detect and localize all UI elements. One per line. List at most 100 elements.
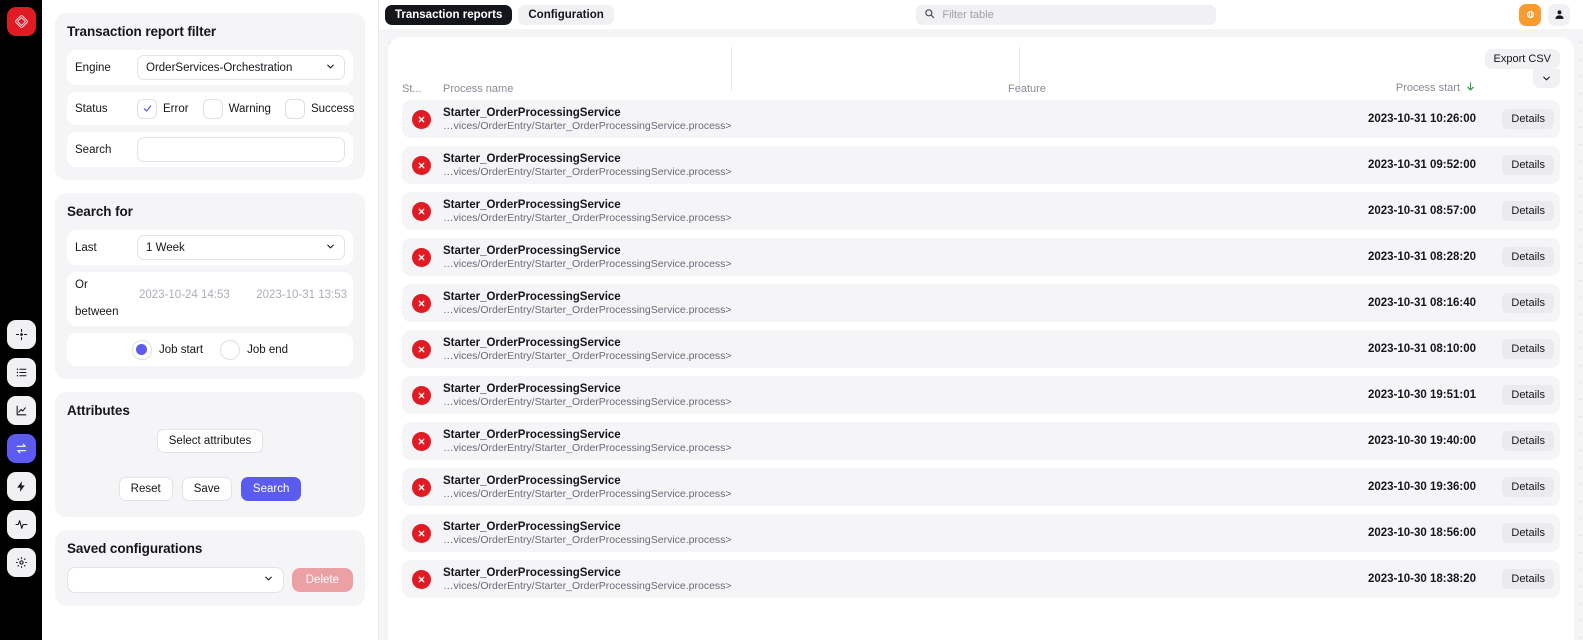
alerts-button[interactable] [1519, 3, 1541, 26]
rail-icon-group [6, 320, 36, 640]
tab-configuration[interactable]: Configuration [518, 4, 614, 25]
error-status-icon [412, 385, 431, 405]
row-process-name: Starter_OrderProcessingService …vices/Or… [443, 291, 1008, 316]
job-end-label: Job end [247, 343, 289, 356]
error-status-icon [412, 339, 431, 359]
sidebar-item-move[interactable] [6, 320, 36, 349]
saved-configurations-title: Saved configurations [67, 541, 203, 556]
details-button[interactable]: Details [1502, 155, 1554, 175]
table-header-row: St... Process name Feature Process start [402, 37, 1560, 100]
row-details-cell: Details [1476, 247, 1560, 267]
user-profile-button[interactable] [1548, 3, 1570, 26]
details-button[interactable]: Details [1502, 247, 1554, 267]
details-button[interactable]: Details [1502, 523, 1554, 543]
row-process-path: …vices/OrderEntry/Starter_OrderProcessin… [443, 211, 732, 224]
details-button[interactable]: Details [1502, 201, 1554, 221]
save-button[interactable]: Save [181, 477, 232, 501]
table-row[interactable]: Starter_OrderProcessingService …vices/Or… [402, 468, 1560, 506]
sidebar-item-list[interactable] [6, 358, 36, 387]
row-process-name-main: Starter_OrderProcessingService [443, 336, 621, 349]
row-process-path: …vices/OrderEntry/Starter_OrderProcessin… [443, 119, 732, 132]
row-details-cell: Details [1476, 523, 1560, 543]
row-details-cell: Details [1476, 431, 1560, 451]
table-row[interactable]: Starter_OrderProcessingService …vices/Or… [402, 238, 1560, 276]
table-row[interactable]: Starter_OrderProcessingService …vices/Or… [402, 284, 1560, 322]
user-icon [1554, 10, 1564, 19]
radio-job-start[interactable] [131, 339, 152, 360]
status-checkbox-error[interactable]: Error [137, 98, 203, 119]
row-details-cell: Details [1476, 339, 1560, 359]
lightning-icon [16, 481, 25, 492]
column-header-process-start[interactable]: Process start [1308, 81, 1476, 95]
date-to-input[interactable]: 2023-10-31 13:53 [256, 289, 347, 301]
search-input[interactable] [137, 137, 345, 162]
details-button[interactable]: Details [1502, 339, 1554, 359]
row-status [402, 477, 443, 497]
tab-transaction-reports[interactable]: Transaction reports [385, 4, 513, 25]
filter-table-input[interactable] [942, 8, 1209, 21]
topbar: Transaction reports Configuration [379, 0, 1583, 29]
row-process-path: …vices/OrderEntry/Starter_OrderProcessin… [443, 303, 732, 316]
details-button[interactable]: Details [1502, 109, 1554, 129]
app-logo[interactable] [6, 7, 36, 36]
status-checkbox-success[interactable]: Success [284, 98, 354, 119]
sidebar-item-monitoring[interactable] [6, 510, 36, 539]
between-label: between [75, 306, 119, 318]
table-row[interactable]: Starter_OrderProcessingService …vices/Or… [402, 514, 1560, 552]
filter-table-box[interactable] [916, 4, 1217, 25]
last-period-select[interactable]: 1 Week [137, 235, 345, 260]
select-attributes-button[interactable]: Select attributes [156, 429, 264, 453]
row-status [402, 201, 443, 221]
check-icon [143, 105, 151, 112]
saved-configuration-select[interactable] [67, 567, 284, 593]
status-checkbox-warning[interactable]: Warning [202, 98, 285, 119]
table-row[interactable]: Starter_OrderProcessingService …vices/Or… [402, 192, 1560, 230]
reset-button[interactable]: Reset [118, 477, 173, 501]
radio-job-end[interactable] [220, 339, 241, 360]
details-button[interactable]: Details [1502, 569, 1554, 589]
column-header-status[interactable]: St... [402, 83, 443, 95]
status-label: Status [75, 102, 108, 115]
row-process-path: …vices/OrderEntry/Starter_OrderProcessin… [443, 165, 732, 178]
row-process-start: 2023-10-30 18:38:20 [1367, 573, 1476, 585]
engine-label: Engine [75, 61, 111, 74]
sidebar-item-settings[interactable] [6, 548, 36, 577]
column-header-process-name[interactable]: Process name [443, 83, 1008, 95]
table-body: Starter_OrderProcessingService …vices/Or… [402, 100, 1560, 598]
row-process-start: 2023-10-30 19:36:00 [1367, 481, 1476, 493]
transfer-icon [16, 443, 26, 454]
search-button[interactable]: Search [240, 477, 302, 501]
row-details-cell: Details [1476, 293, 1560, 313]
row-details-cell: Details [1476, 201, 1560, 221]
row-process-path: …vices/OrderEntry/Starter_OrderProcessin… [443, 441, 732, 454]
row-process-name: Starter_OrderProcessingService …vices/Or… [443, 107, 1008, 132]
table-row[interactable]: Starter_OrderProcessingService …vices/Or… [402, 146, 1560, 184]
table-row[interactable]: Starter_OrderProcessingService …vices/Or… [402, 100, 1560, 138]
error-status-icon [412, 477, 431, 497]
engine-select[interactable]: OrderServices-Orchestration [137, 55, 345, 80]
table-row[interactable]: Starter_OrderProcessingService …vices/Or… [402, 422, 1560, 460]
chart-icon [16, 405, 26, 416]
details-button[interactable]: Details [1502, 477, 1554, 497]
checkbox-warning-box [202, 98, 223, 119]
sidebar-item-analytics[interactable] [6, 396, 36, 425]
table-row[interactable]: Starter_OrderProcessingService …vices/Or… [402, 330, 1560, 368]
table-row[interactable]: Starter_OrderProcessingService …vices/Or… [402, 560, 1560, 598]
sidebar-item-events[interactable] [6, 472, 36, 501]
details-button[interactable]: Details [1502, 385, 1554, 405]
app-root: Transaction report filter Engine OrderSe… [0, 0, 1583, 640]
column-header-feature[interactable]: Feature [1008, 83, 1308, 95]
sidebar-item-transactions[interactable] [6, 434, 36, 463]
row-process-start: 2023-10-31 08:57:00 [1367, 205, 1476, 217]
details-button[interactable]: Details [1502, 431, 1554, 451]
details-button[interactable]: Details [1502, 293, 1554, 313]
row-process-name: Starter_OrderProcessingService …vices/Or… [443, 199, 1008, 224]
row-process-name-main: Starter_OrderProcessingService [443, 244, 621, 257]
row-status [402, 431, 443, 451]
delete-button[interactable]: Delete [291, 568, 353, 592]
date-from-input[interactable]: 2023-10-24 14:53 [139, 289, 230, 301]
table-row[interactable]: Starter_OrderProcessingService …vices/Or… [402, 376, 1560, 414]
transaction-table-panel: Export CSV St... Process name Feature Pr… [388, 37, 1574, 640]
attributes-title: Attributes [67, 403, 130, 418]
row-process-name-main: Starter_OrderProcessingService [443, 428, 621, 441]
